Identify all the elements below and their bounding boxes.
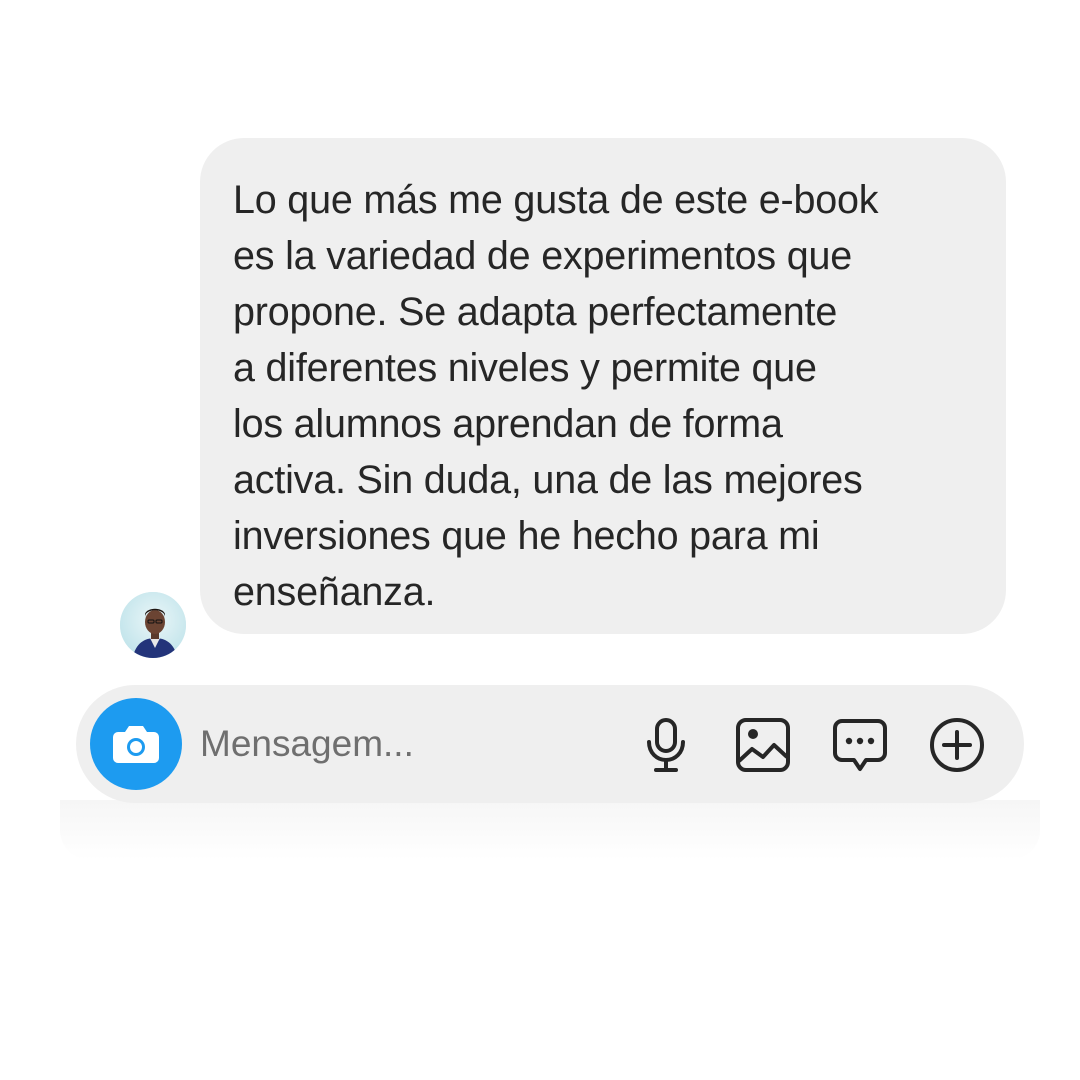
message-text: Lo que más me gusta de este e-book es la… xyxy=(233,172,976,620)
message-line: activa. Sin duda, una de las mejores xyxy=(233,458,863,502)
chat-screen: Lo que más me gusta de este e-book es la… xyxy=(0,0,1080,1080)
image-icon xyxy=(736,718,790,772)
message-composer xyxy=(76,685,1024,803)
message-line: los alumnos aprendan de forma xyxy=(233,402,783,446)
microphone-icon xyxy=(647,718,685,772)
gallery-button[interactable] xyxy=(735,717,791,773)
message-line: inversiones que he hecho para mi xyxy=(233,514,820,558)
sticker-button[interactable] xyxy=(832,717,888,773)
camera-icon xyxy=(113,726,159,763)
avatar-image xyxy=(120,592,186,658)
message-bubble[interactable]: Lo que más me gusta de este e-book es la… xyxy=(200,138,1006,634)
message-line: a diferentes niveles y permite que xyxy=(233,346,817,390)
chat-bubble-icon xyxy=(833,719,887,771)
message-input[interactable] xyxy=(200,719,620,769)
add-button[interactable] xyxy=(929,717,985,773)
composer-shadow xyxy=(60,800,1040,860)
message-line: enseñanza. xyxy=(233,570,436,614)
message-line: propone. Se adapta perfectamente xyxy=(233,290,838,334)
camera-button[interactable] xyxy=(90,698,182,790)
microphone-button[interactable] xyxy=(638,717,694,773)
avatar[interactable] xyxy=(118,590,188,660)
message-line: Lo que más me gusta de este e-book xyxy=(233,178,879,222)
message-line: es la variedad de experimentos que xyxy=(233,234,853,278)
plus-circle-icon xyxy=(930,718,984,772)
